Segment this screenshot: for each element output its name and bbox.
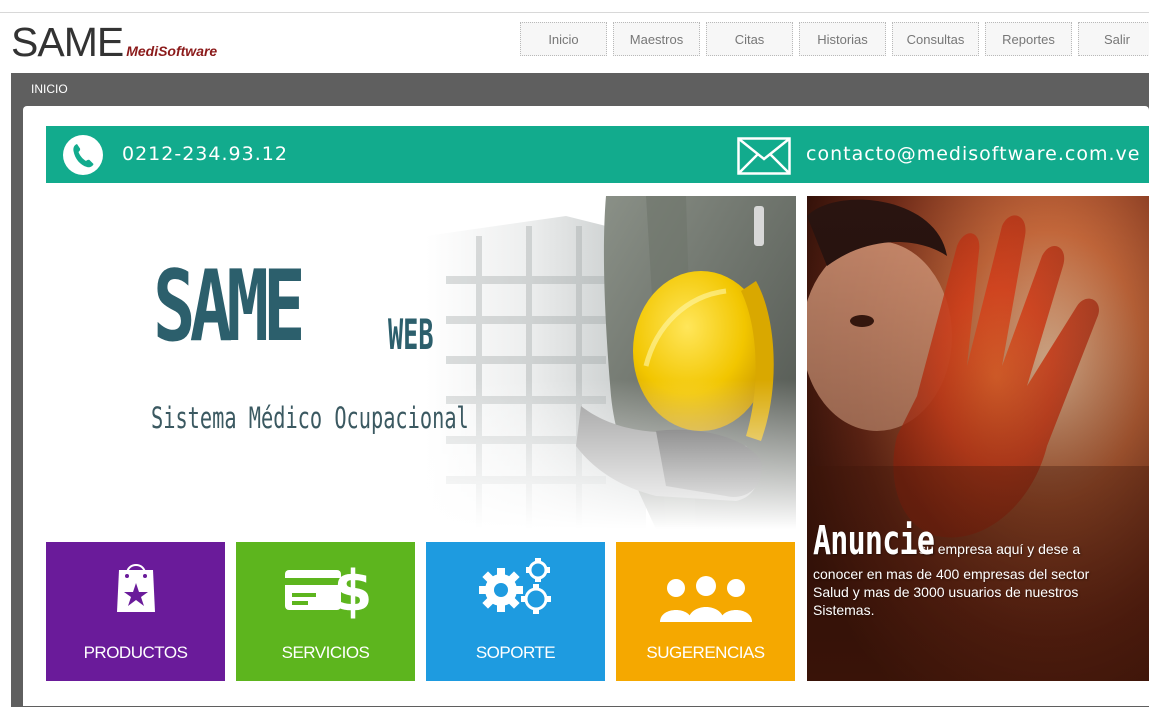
hero-title: SAME WEB <box>153 250 434 364</box>
header-divider <box>0 12 1149 13</box>
nav-consultas[interactable]: Consultas <box>892 22 979 56</box>
nav-maestros[interactable]: Maestros <box>613 22 700 56</box>
nav-salir[interactable]: Salir <box>1078 22 1149 56</box>
nav-reportes[interactable]: Reportes <box>985 22 1072 56</box>
ad-line-1: su empresa aquí y dese a <box>919 541 1081 557</box>
hero-banner: SAME WEB Sistema Médico Ocupacional <box>46 196 796 529</box>
ad-line-3: Salud y mas de 3000 usuarios de nuestros <box>813 584 1079 600</box>
gears-icon <box>478 558 551 614</box>
tile-label: SOPORTE <box>475 643 556 662</box>
tile-soporte[interactable]: SOPORTE <box>426 542 605 681</box>
tile-label: SUGERENCIAS <box>646 643 765 662</box>
main-nav: Inicio Maestros Citas Historias Consulta… <box>520 22 1149 58</box>
tile-label: PRODUCTOS <box>83 643 188 662</box>
credit-card-dollar-icon: $ <box>284 560 371 620</box>
ad-text: Anuncie su empresa aquí y dese a conocer… <box>813 521 1145 619</box>
panel-body: 0212-234.93.12 contacto@medisoftware.com… <box>23 106 1149 706</box>
contact-email[interactable]: contacto@medisoftware.com.ve <box>806 143 1140 165</box>
ad-line-4: Sistemas. <box>813 602 875 618</box>
tile-servicios[interactable]: $ SERVICIOS <box>236 542 415 681</box>
contact-bar: 0212-234.93.12 contacto@medisoftware.com… <box>46 126 1149 183</box>
nav-historias[interactable]: Historias <box>799 22 886 56</box>
hero-title-suffix: WEB <box>388 310 434 359</box>
nav-inicio[interactable]: Inicio <box>520 22 607 56</box>
hero-subtitle: Sistema Médico Ocupacional <box>151 401 469 435</box>
ad-line-2: conocer en mas de 400 empresas del secto… <box>813 566 1090 582</box>
ad-banner[interactable]: Anuncie su empresa aquí y dese a conocer… <box>807 196 1149 681</box>
content-panel: INICIO 0212-234.93.12 contacto@medisoftw… <box>11 73 1149 707</box>
tile-sugerencias[interactable]: SUGERENCIAS <box>616 542 795 681</box>
shopping-bag-icon <box>116 564 155 612</box>
svg-text:$: $ <box>333 560 370 620</box>
nav-citas[interactable]: Citas <box>706 22 793 56</box>
brand-logo: SAME MediSoftware <box>11 20 217 64</box>
tile-label: SERVICIOS <box>281 643 370 662</box>
panel-title: INICIO <box>31 82 68 96</box>
users-group-icon <box>659 576 752 622</box>
brand-subtitle: MediSoftware <box>126 43 218 59</box>
phone-icon <box>63 135 103 175</box>
brand-name: SAME <box>11 19 124 65</box>
hero-title-main: SAME <box>153 250 306 364</box>
phone-number: 0212-234.93.12 <box>122 143 288 165</box>
envelope-icon <box>737 137 791 175</box>
tile-productos[interactable]: PRODUCTOS <box>46 542 225 681</box>
ad-headline: Anuncie <box>813 518 935 564</box>
